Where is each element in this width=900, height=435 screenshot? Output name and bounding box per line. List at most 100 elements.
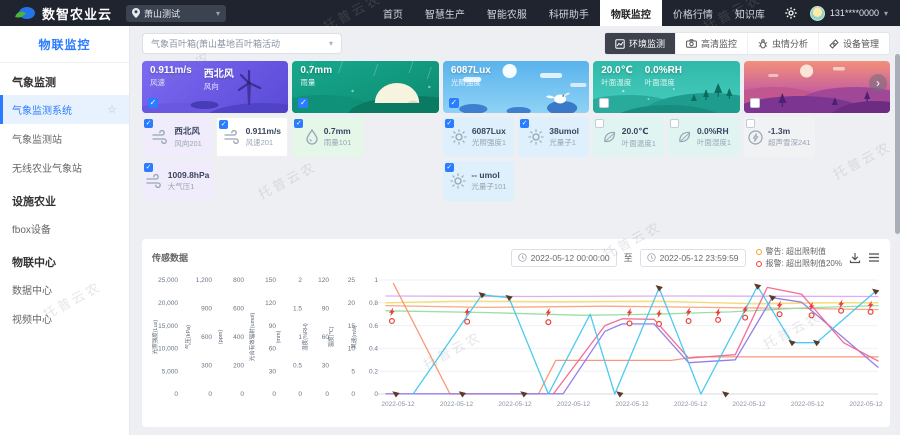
scrollbar-thumb[interactable] xyxy=(895,54,900,234)
date-from-input[interactable]: 2022-05-12 00:00:00 xyxy=(511,249,617,267)
tile-checkbox[interactable]: ✓ xyxy=(445,119,454,128)
tile-value: -1.3m xyxy=(768,126,811,136)
list-view-button[interactable] xyxy=(868,252,880,263)
sensor-tile[interactable]: ✓6087Lux光照强度1 xyxy=(443,117,514,157)
sidebar-section-iot-center: 物联中心 xyxy=(0,243,129,275)
weather-card-leaf[interactable]: 20.0℃叶面温度 0.0%RH叶面湿度 ✓ xyxy=(593,61,739,113)
svg-text:5,000: 5,000 xyxy=(162,368,179,375)
sun-icon xyxy=(528,129,544,145)
svg-text:1,200: 1,200 xyxy=(196,277,213,284)
settings-gear-icon[interactable] xyxy=(776,7,806,19)
svg-text:0: 0 xyxy=(325,391,329,398)
brand-logo-icon xyxy=(14,5,36,21)
sensor-tiles: ✓西北风风向201✓0.911m/s风速201✓0.7mm雨量101✓6087L… xyxy=(142,117,890,201)
clock-icon xyxy=(647,253,656,262)
tile-value: 6087Lux xyxy=(472,126,506,136)
card-label: 叶面温度 xyxy=(601,77,633,88)
nav-item-production[interactable]: 智慧生产 xyxy=(414,0,476,26)
svg-text:800: 800 xyxy=(233,277,244,284)
scrollbar-track[interactable] xyxy=(895,26,900,435)
card-label: 叶面湿度 xyxy=(645,77,682,88)
sensor-tile[interactable]: ✓西北风风向201 xyxy=(142,117,212,157)
sunset-illustration xyxy=(744,61,890,113)
star-icon[interactable]: ☆ xyxy=(107,103,117,116)
leaf-icon xyxy=(677,130,692,145)
sensor-tile[interactable]: ✓38umol光量子1 xyxy=(518,117,589,157)
nav-item-iot-monitoring[interactable]: 物联监控 xyxy=(600,0,662,26)
tile-checkbox[interactable]: ✓ xyxy=(219,120,228,129)
tile-checkbox[interactable]: ✓ xyxy=(746,119,755,128)
svg-text:0.8: 0.8 xyxy=(369,300,378,307)
card-checkbox[interactable]: ✓ xyxy=(750,98,760,108)
sensor-tile[interactable]: ✓0.7mm雨量101 xyxy=(292,117,363,157)
env-monitor-button[interactable]: 环境监测 xyxy=(605,33,675,54)
station-select[interactable]: 气象百叶箱(萧山基地百叶箱活动 ▾ xyxy=(142,33,342,54)
location-select[interactable]: 萧山测试 ▾ xyxy=(126,5,226,22)
svg-text:2022-05-12: 2022-05-12 xyxy=(381,401,415,408)
sidebar-item-wireless-station[interactable]: 无线农业气象站 xyxy=(0,153,129,182)
sidebar-item-weather-system[interactable]: 气象监测系统 ☆ xyxy=(0,95,129,124)
sensor-tile[interactable]: ✓ -1.3m超声雪深241 xyxy=(744,117,815,157)
tile-column: ✓ -1.3m超声雪深241 xyxy=(744,117,890,157)
sensor-tile[interactable]: ✓20.0℃叶面温度1 xyxy=(593,117,664,157)
tile-checkbox[interactable]: ✓ xyxy=(595,119,604,128)
card-checkbox[interactable]: ✓ xyxy=(599,98,609,108)
card-value: 20.0℃ xyxy=(601,65,633,76)
device-manage-button[interactable]: 设备管理 xyxy=(818,33,889,54)
weather-cards: 0.911m/s风速 西北风风向 ✓ 0.7mm雨 xyxy=(142,61,890,113)
user-menu[interactable]: 131****0000 ▾ xyxy=(806,6,900,21)
pest-analysis-button[interactable]: 虫情分析 xyxy=(747,33,818,54)
card-checkbox[interactable]: ✓ xyxy=(298,98,308,108)
nav-item-research[interactable]: 科研助手 xyxy=(538,0,600,26)
tile-column: ✓1009.8hPa大气压1 xyxy=(142,161,288,201)
download-button[interactable] xyxy=(849,252,861,264)
tile-checkbox[interactable]: ✓ xyxy=(520,119,529,128)
tile-checkbox[interactable]: ✓ xyxy=(144,119,153,128)
nav-item-knowledge[interactable]: 知识库 xyxy=(724,0,776,26)
sensor-tile[interactable]: ✓ 0.911m/s风速201 xyxy=(216,117,288,157)
svg-text:2022-05-12: 2022-05-12 xyxy=(849,401,883,408)
hd-camera-button[interactable]: 高清监控 xyxy=(675,33,747,54)
tile-checkbox[interactable]: ✓ xyxy=(144,163,153,172)
tile-checkbox[interactable]: ✓ xyxy=(670,119,679,128)
sensor-tile[interactable]: ✓0.0%RH叶面湿度1 xyxy=(668,117,739,157)
sidebar-item-fbox[interactable]: fbox设备 xyxy=(0,214,129,243)
tile-value: -- umol xyxy=(471,170,506,180)
tile-label: 超声雪深241 xyxy=(768,137,811,148)
main-content: 气象百叶箱(萧山基地百叶箱活动 ▾ 环境监测 高清监控 xyxy=(130,26,900,435)
nav-item-prices[interactable]: 价格行情 xyxy=(662,0,724,26)
svg-text:90: 90 xyxy=(322,306,330,313)
carousel-next-button[interactable]: › xyxy=(869,74,887,92)
card-checkbox[interactable]: ✓ xyxy=(148,98,158,108)
sidebar-item-video-center[interactable]: 视频中心 xyxy=(0,304,129,333)
weather-card-wind[interactable]: 0.911m/s风速 西北风风向 ✓ xyxy=(142,61,288,113)
tile-checkbox[interactable]: ✓ xyxy=(445,163,454,172)
sidebar-section-facility: 设施农业 xyxy=(0,182,129,214)
sidebar-title: 物联监控 xyxy=(0,26,129,62)
tile-checkbox[interactable]: ✓ xyxy=(294,119,303,128)
warning-dot-icon xyxy=(756,249,762,255)
sidebar-item-weather-station[interactable]: 气象监测站 xyxy=(0,124,129,153)
svg-text:10,000: 10,000 xyxy=(158,346,178,353)
weather-card-rain[interactable]: 0.7mm雨量 ✓ xyxy=(292,61,438,113)
wind-icon xyxy=(152,130,169,144)
water-drop-icon xyxy=(305,129,319,145)
tile-value: 0.0%RH xyxy=(697,126,731,136)
weather-card-light[interactable]: 6087Lux光照强度 ✓ xyxy=(443,61,589,113)
sensor-tile[interactable]: ✓1009.8hPa大气压1 xyxy=(142,161,213,201)
nav-item-services[interactable]: 智能农服 xyxy=(476,0,538,26)
svg-text:湿度(%RH): 湿度(%RH) xyxy=(301,323,309,351)
tile-label: 风速201 xyxy=(246,137,281,148)
tile-value: 0.911m/s xyxy=(246,126,281,136)
svg-text:25: 25 xyxy=(348,277,356,284)
date-to-input[interactable]: 2022-05-12 23:59:59 xyxy=(640,249,746,267)
chart-header: 传感数据 2022-05-12 00:00:00 至 2022-05-12 23… xyxy=(152,246,880,269)
wind-icon xyxy=(146,174,163,188)
nav-item-home[interactable]: 首页 xyxy=(372,0,414,26)
card-checkbox[interactable]: ✓ xyxy=(449,98,459,108)
weather-card-sunset[interactable]: ✓ › xyxy=(744,61,890,113)
tile-label: 叶面温度1 xyxy=(622,138,656,149)
sidebar-item-data-center[interactable]: 数据中心 xyxy=(0,275,129,304)
svg-text:2022-05-12: 2022-05-12 xyxy=(674,401,708,408)
sensor-tile[interactable]: ✓-- umol光量子101 xyxy=(443,161,514,201)
